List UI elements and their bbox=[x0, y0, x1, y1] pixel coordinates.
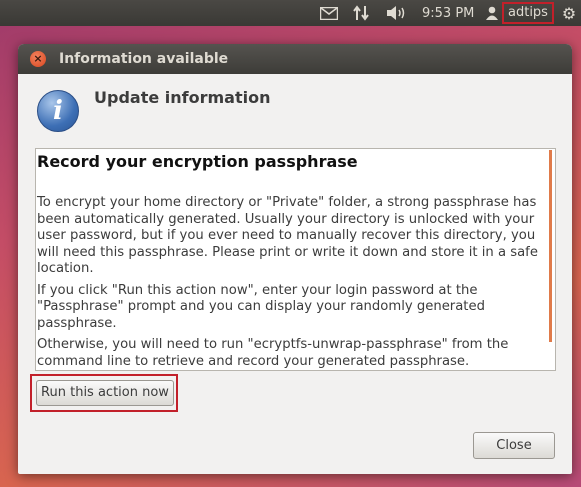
top-panel: 9:53 PM adtips ⚙ bbox=[0, 0, 581, 26]
scroll-indicator[interactable] bbox=[549, 150, 552, 342]
close-icon[interactable]: × bbox=[30, 51, 46, 67]
dialog-title: Information available bbox=[59, 51, 229, 67]
info-icon: i bbox=[37, 90, 79, 132]
paragraph: Otherwise, you will need to run "ecryptf… bbox=[37, 337, 509, 369]
dialog-heading: Update information bbox=[94, 88, 271, 107]
volume-icon[interactable] bbox=[386, 0, 408, 26]
user-icon bbox=[486, 6, 498, 20]
mail-icon[interactable] bbox=[320, 0, 342, 26]
information-dialog: × Information available i Update informa… bbox=[18, 44, 572, 474]
user-name: adtips bbox=[502, 2, 554, 24]
paragraph: If you click "Run this action now", ente… bbox=[37, 282, 485, 331]
panel-title: Record your encryption passphrase bbox=[37, 152, 358, 171]
paragraph: To encrypt your home directory or "Priva… bbox=[37, 195, 538, 276]
clock-label[interactable]: 9:53 PM bbox=[422, 0, 474, 26]
user-menu[interactable]: adtips bbox=[486, 0, 554, 26]
gear-icon[interactable]: ⚙ bbox=[558, 0, 580, 26]
network-icon[interactable] bbox=[353, 0, 375, 26]
panel-body: To encrypt your home directory or "Priva… bbox=[37, 195, 549, 370]
info-text-panel[interactable]: Record your encryption passphrase To enc… bbox=[35, 148, 556, 371]
run-action-button[interactable]: Run this action now bbox=[36, 380, 174, 406]
close-button[interactable]: Close bbox=[473, 432, 555, 459]
dialog-titlebar: × Information available bbox=[18, 44, 572, 74]
